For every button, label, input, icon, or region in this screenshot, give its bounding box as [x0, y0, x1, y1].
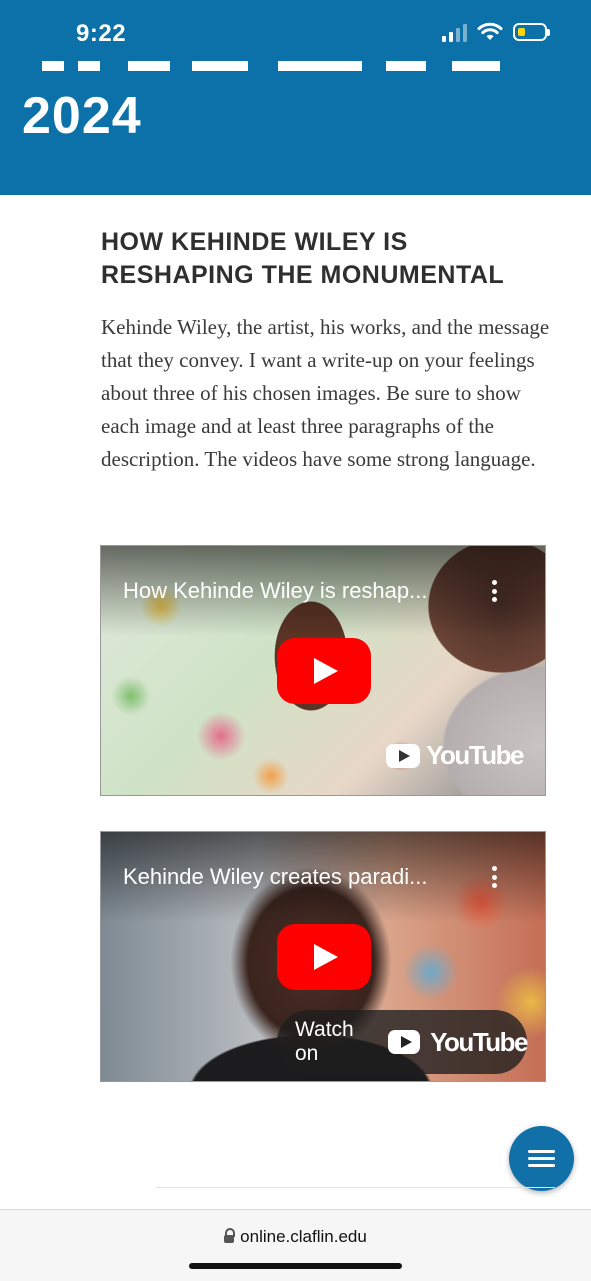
cellular-signal-icon	[442, 22, 467, 42]
site-header: 9:22 2024	[0, 0, 591, 195]
more-vert-icon[interactable]	[491, 866, 497, 888]
play-icon[interactable]	[277, 638, 371, 704]
video-title[interactable]: How Kehinde Wiley is reshap...	[123, 578, 463, 604]
menu-button[interactable]	[509, 1126, 574, 1191]
article-title: HOW KEHINDE WILEY IS RESHAPING THE MONUM…	[101, 228, 505, 289]
browser-bottom-bar: online.claflin.edu	[0, 1209, 591, 1281]
watch-on-youtube-button[interactable]: Watch on YouTube	[277, 1010, 528, 1074]
battery-low-icon	[513, 23, 550, 41]
play-icon[interactable]	[277, 924, 371, 990]
youtube-brand: YouTube	[430, 1026, 528, 1057]
site-year: 2024	[22, 87, 142, 145]
youtube-logo[interactable]: YouTube	[386, 740, 524, 771]
youtube-logo-icon	[388, 1030, 421, 1054]
divider	[155, 1187, 555, 1188]
site-title-partial	[42, 53, 502, 71]
video-embed-2[interactable]: Kehinde Wiley creates paradi... Watch on…	[100, 831, 546, 1082]
watch-on-label: Watch on	[295, 1018, 354, 1065]
video-title[interactable]: Kehinde Wiley creates paradi...	[123, 864, 463, 890]
article-body: Kehinde Wiley, the artist, his works, an…	[101, 315, 550, 471]
youtube-logo-icon	[386, 743, 421, 768]
menu-icon	[528, 1150, 555, 1153]
url-text[interactable]: online.claflin.edu	[240, 1227, 367, 1247]
lock-icon	[224, 1228, 236, 1243]
home-indicator[interactable]	[189, 1263, 402, 1269]
status-time: 9:22	[76, 20, 127, 47]
video-embed-1[interactable]: How Kehinde Wiley is reshap... YouTube	[100, 545, 546, 796]
more-vert-icon[interactable]	[491, 580, 497, 602]
status-icons	[442, 22, 550, 42]
address-bar[interactable]: online.claflin.edu	[0, 1227, 591, 1247]
youtube-brand: YouTube	[426, 740, 524, 770]
wifi-icon	[477, 22, 503, 40]
